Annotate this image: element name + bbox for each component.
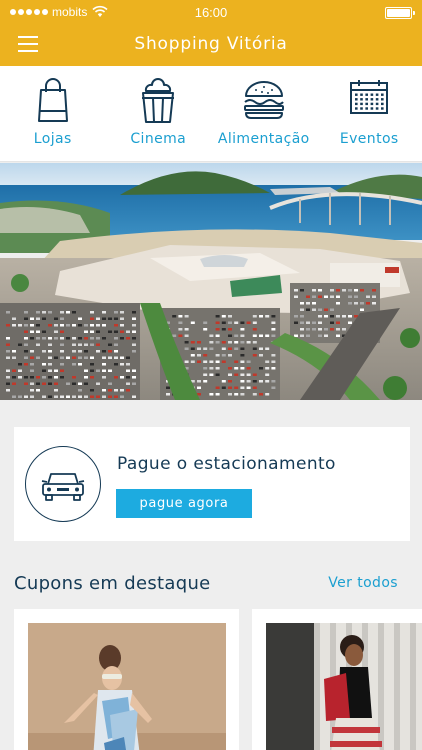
coupon-image [266,623,422,750]
shopping-bag-icon [37,78,68,122]
page-title: Shopping Vitória [134,34,288,54]
calendar-icon [350,80,389,114]
category-label: Lojas [33,131,72,147]
battery-icon [385,7,415,19]
aerial-mall-photo [0,163,422,400]
coupons-section-title: Cupons em destaque [14,573,211,594]
status-time: 16:00 [194,5,228,20]
nav-bar: Shopping Vitória [0,26,422,66]
category-label: Cinema [130,131,187,147]
coupon-card[interactable] [252,609,422,750]
see-all-coupons-link[interactable]: Ver todos [328,575,398,591]
category-bar: Lojas Cinema Alimentação Eventos [0,66,422,162]
coupon-image [28,623,226,750]
burger-icon [243,81,284,119]
category-label: Alimentação [217,131,310,147]
status-bar: mobits 16:00 [0,0,422,26]
pay-parking-button[interactable]: pague agora [116,489,252,518]
category-label: Eventos [339,131,399,147]
parking-title: Pague o estacionamento [117,454,336,474]
category-eventos[interactable]: Eventos [317,66,422,161]
top-bar: mobits 16:00 Shopping Vitória [0,0,422,66]
hero-banner[interactable] [0,163,422,400]
popcorn-icon [142,78,175,123]
category-cinema[interactable]: Cinema [106,66,212,161]
parking-card[interactable]: Pague o estacionamento pague agora [14,427,410,541]
car-icon [25,446,101,522]
category-alimentacao[interactable]: Alimentação [211,66,317,161]
category-lojas[interactable]: Lojas [0,66,106,161]
coupon-card[interactable] [14,609,239,750]
app-screen: mobits 16:00 Shopping Vitória Lojas Cine… [0,0,422,750]
